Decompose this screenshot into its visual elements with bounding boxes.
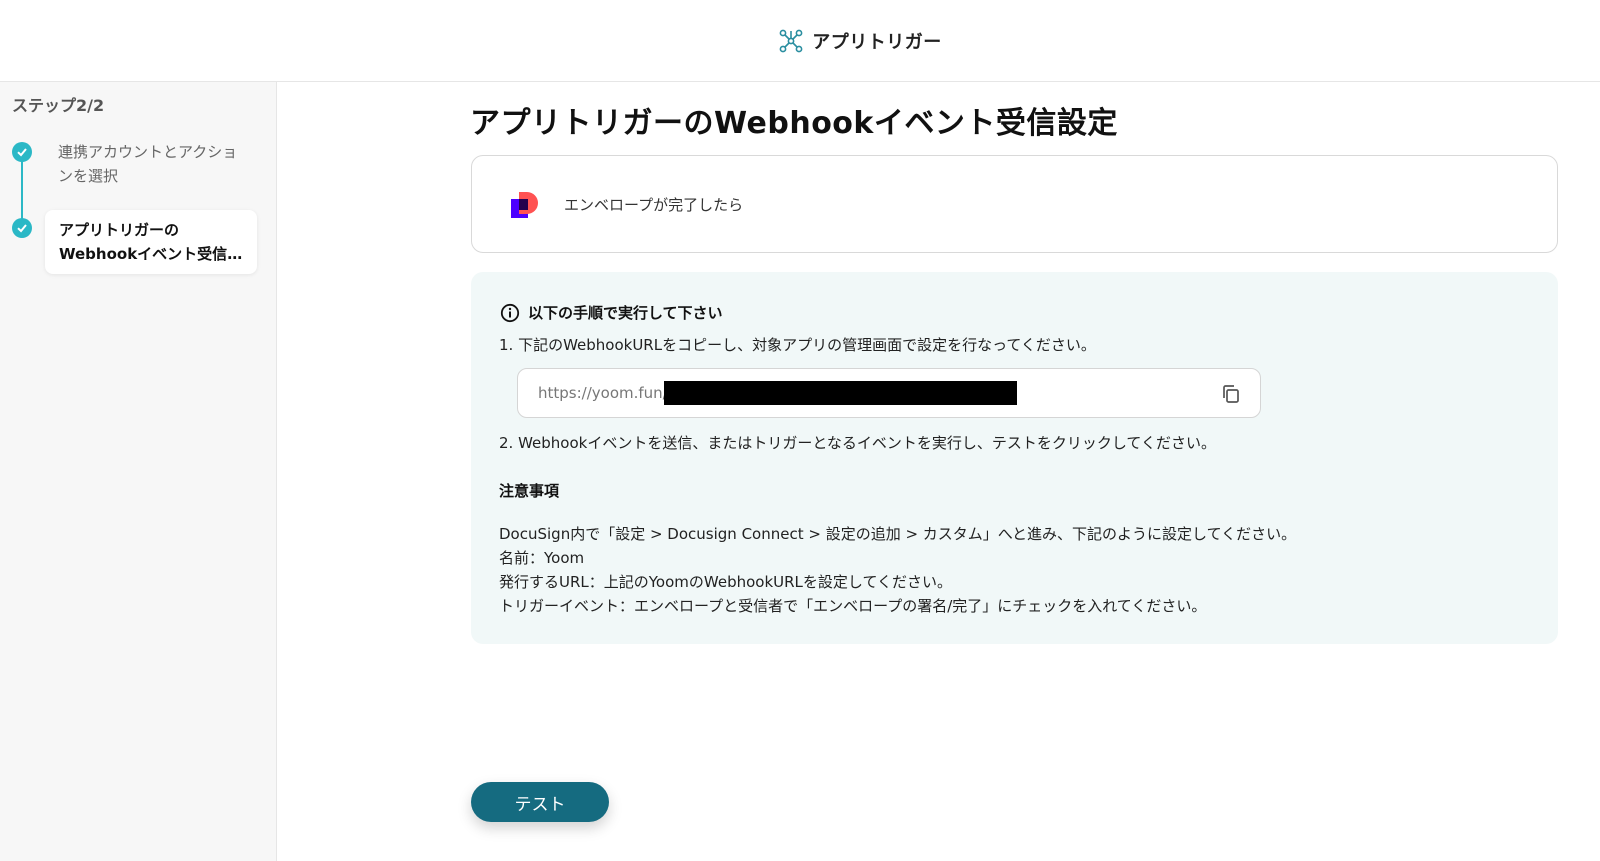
test-button[interactable]: テスト [471,782,609,822]
note-line: 発行するURL：上記のYoomのWebhookURLを設定してください。 [499,573,953,591]
sidebar: ステップ2/2 連携アカウントとアクションを選択 アプリトリガーの Webhoo… [0,82,277,861]
copy-icon[interactable] [1220,383,1242,405]
sidebar-step-select-account[interactable]: 連携アカウントとアクションを選択 [58,140,248,188]
note-line: 名前：Yoom [499,549,585,567]
sidebar-step-webhook-settings[interactable]: アプリトリガーの Webhookイベント受信... [45,210,257,274]
sidebar-step-label-line1: アプリトリガーの [59,221,180,239]
page-title: アプリトリガーのWebhookイベント受信設定 [470,106,1118,141]
step-2-check-icon [12,218,32,238]
webhook-url-text[interactable]: https://yoom.fun/ [538,384,668,402]
trigger-name: エンベロープが完了したら [564,196,744,214]
instructions-heading-text: 以下の手順で実行して下さい [528,304,723,322]
instruction-step-2: 2. Webhookイベントを送信、またはトリガーとなるイベントを実行し、テスト… [499,434,1216,452]
network-nodes-icon [779,29,803,52]
notes-title: 注意事項 [499,482,560,500]
instructions-panel: 以下の手順で実行して下さい 1. 下記のWebhookURLをコピーし、対象アプ… [471,272,1558,644]
trigger-card: エンベロープが完了したら [471,155,1558,253]
note-line: DocuSign内で「設定 > Docusign Connect > 設定の追加… [499,525,1297,543]
brand-name: アプリトリガー [812,31,942,53]
brand: アプリトリガー [778,28,942,54]
sidebar-step-label-line2: Webhookイベント受信... [59,245,243,263]
note-line: トリガーイベント：エンベロープと受信者で「エンベロープの署名/完了」にチェックを… [499,597,1207,615]
step-1-check-icon [12,142,32,162]
info-icon [500,303,520,322]
webhook-url-redacted [664,381,1017,405]
instruction-step-1: 1. 下記のWebhookURLをコピーし、対象アプリの管理画面で設定を行なって… [499,336,1096,354]
webhook-url-field[interactable]: https://yoom.fun/ [517,368,1261,418]
top-bar: アプリトリガー [0,0,1600,82]
docusign-logo-icon [511,192,538,218]
step-count: ステップ2/2 [12,96,105,115]
instructions-heading: 以下の手順で実行して下さい [500,302,723,323]
notes-list: DocuSign内で「設定 > Docusign Connect > 設定の追加… [499,522,1296,618]
